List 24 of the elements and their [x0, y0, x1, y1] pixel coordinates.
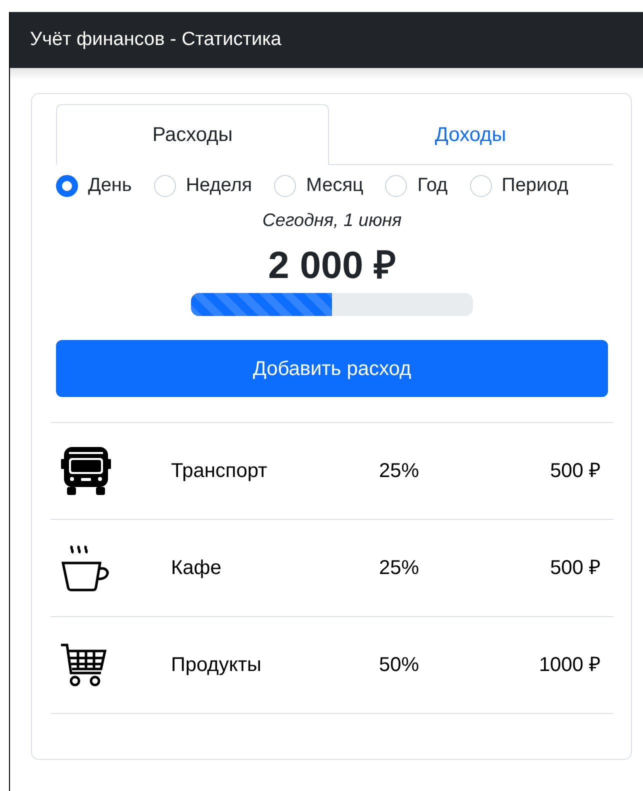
category-percent: 25% [379, 556, 420, 581]
tab[interactable]: Расходы [56, 104, 329, 165]
category-name: Продукты [171, 653, 262, 678]
category-percent: 25% [379, 459, 420, 484]
radio-label: Год [417, 174, 448, 198]
category-amount: 500 ₽ [549, 556, 602, 581]
radio-button[interactable] [56, 175, 78, 197]
category-percent: 50% [379, 653, 420, 678]
app-title: Учёт финансов - Статистика [30, 28, 282, 52]
add-expense-button[interactable]: Добавить расход [56, 340, 608, 397]
radio-label: Неделя [186, 174, 252, 198]
date-label: Сегодня, 1 июня [262, 209, 402, 232]
cart-icon [61, 643, 107, 687]
cup-icon [61, 544, 111, 592]
category-amount: 500 ₽ [549, 459, 602, 484]
category-name: Транспорт [171, 459, 268, 484]
category-amount: 1000 ₽ [538, 653, 602, 678]
category-name: Кафе [171, 556, 222, 581]
radio-label: День [88, 174, 132, 198]
radio-label: Месяц [306, 174, 364, 198]
tab[interactable]: Доходы [329, 104, 612, 165]
bus-icon [61, 447, 111, 495]
radio-label: Период [502, 174, 568, 198]
total-amount: 2 000 ₽ [268, 244, 396, 289]
